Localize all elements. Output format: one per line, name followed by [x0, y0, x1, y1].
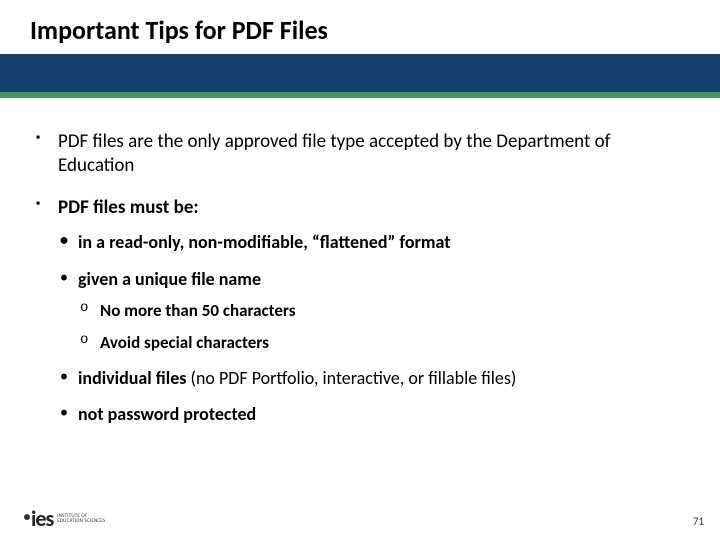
logo-brand-text: ies	[31, 508, 53, 530]
bullet-text: in a read-only, non-modifiable, “flatten…	[78, 231, 451, 253]
bullet-lvl3: Avoid special characters	[78, 332, 686, 353]
bullet-lvl1: PDF files are the only approved file typ…	[34, 130, 686, 178]
bullet-text: Avoid special characters	[100, 332, 269, 353]
bullet-text-lead: individual files	[78, 367, 186, 389]
bullet-lvl2: not password protected	[58, 403, 686, 426]
bullet-lvl3: No more than 50 characters	[78, 300, 686, 321]
bullet-list-lvl1: PDF files are the only approved file typ…	[34, 130, 686, 426]
footer: ies Institute of Education Sciences 71	[0, 502, 720, 532]
header-blue-bar	[0, 54, 720, 92]
bullet-list-lvl2: in a read-only, non-modifiable, “flatten…	[58, 231, 686, 426]
slide: Important Tips for PDF Files PDF files a…	[0, 0, 720, 540]
bullet-text-rest: (no PDF Portfolio, interactive, or filla…	[186, 367, 516, 389]
title-area: Important Tips for PDF Files	[0, 0, 720, 54]
bullet-text: not password protected	[78, 403, 256, 425]
bullet-list-lvl3: No more than 50 characters Avoid special…	[78, 300, 686, 353]
logo-line2: Education Sciences	[57, 519, 105, 524]
bullet-text: PDF files must be:	[58, 196, 199, 219]
bullet-text: given a unique file name	[78, 268, 261, 290]
bullet-text: PDF files are the only approved file typ…	[58, 130, 610, 177]
logo-subtext: Institute of Education Sciences	[57, 514, 105, 525]
bullet-lvl2: given a unique file name No more than 50…	[58, 268, 686, 353]
page-number: 71	[693, 515, 704, 528]
bullet-lvl2: in a read-only, non-modifiable, “flatten…	[58, 231, 686, 254]
slide-title: Important Tips for PDF Files	[30, 14, 720, 46]
logo-dot-icon	[24, 514, 30, 520]
content-area: PDF files are the only approved file typ…	[0, 98, 720, 426]
bullet-text: No more than 50 characters	[100, 300, 296, 321]
bullet-lvl1: PDF files must be: in a read-only, non-m…	[34, 196, 686, 426]
ies-logo: ies Institute of Education Sciences	[24, 508, 105, 530]
bullet-lvl2: individual files (no PDF Portfolio, inte…	[58, 367, 686, 390]
logo-mark: ies	[24, 508, 53, 530]
